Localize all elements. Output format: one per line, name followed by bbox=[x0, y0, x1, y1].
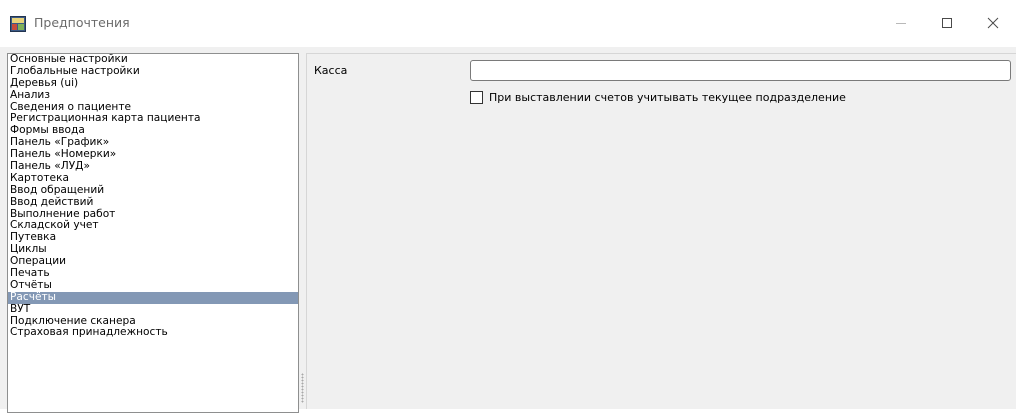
title-bar: Предпочтения bbox=[0, 0, 1016, 47]
sidebar-item[interactable]: Страховая принадлежность bbox=[8, 327, 298, 339]
app-icon bbox=[10, 16, 26, 32]
sidebar-item[interactable]: Путевка bbox=[8, 231, 298, 244]
department-checkbox[interactable] bbox=[470, 91, 483, 104]
settings-panel: Касса При выставлении счетов учитывать т… bbox=[306, 53, 1016, 409]
cash-input[interactable] bbox=[470, 60, 1011, 81]
cash-label: Касса bbox=[314, 64, 348, 77]
minimize-icon bbox=[896, 23, 906, 24]
grip-icon bbox=[301, 373, 304, 403]
sidebar-item[interactable]: Ввод действий bbox=[8, 196, 298, 209]
window-title: Предпочтения bbox=[34, 15, 130, 30]
sidebar-item[interactable]: ВУТ bbox=[8, 303, 298, 316]
minimize-button[interactable] bbox=[878, 10, 924, 36]
sidebar-item[interactable]: Картотека bbox=[8, 172, 298, 185]
close-icon bbox=[987, 17, 999, 29]
department-checkbox-label[interactable]: При выставлении счетов учитывать текущее… bbox=[489, 91, 846, 104]
sidebar-item[interactable]: Глобальные настройки bbox=[8, 65, 298, 78]
sidebar-item[interactable]: Деревья (ui) bbox=[8, 77, 298, 90]
sidebar-item[interactable]: Анализ bbox=[8, 89, 298, 102]
department-checkbox-row[interactable]: При выставлении счетов учитывать текущее… bbox=[470, 91, 846, 104]
sidebar-item[interactable]: Расчёты bbox=[8, 291, 298, 304]
sidebar-item[interactable]: Ввод обращений bbox=[8, 184, 298, 197]
sidebar-item[interactable]: Операции bbox=[8, 255, 298, 268]
maximize-button[interactable] bbox=[924, 10, 970, 36]
dialog-body: Основные настройки Глобальные настройки Де… bbox=[0, 47, 1016, 413]
category-list[interactable]: Основные настройки Глобальные настройки Де… bbox=[7, 53, 299, 413]
splitter-handle[interactable] bbox=[299, 53, 306, 409]
close-button[interactable] bbox=[970, 10, 1016, 36]
maximize-icon bbox=[942, 18, 952, 28]
